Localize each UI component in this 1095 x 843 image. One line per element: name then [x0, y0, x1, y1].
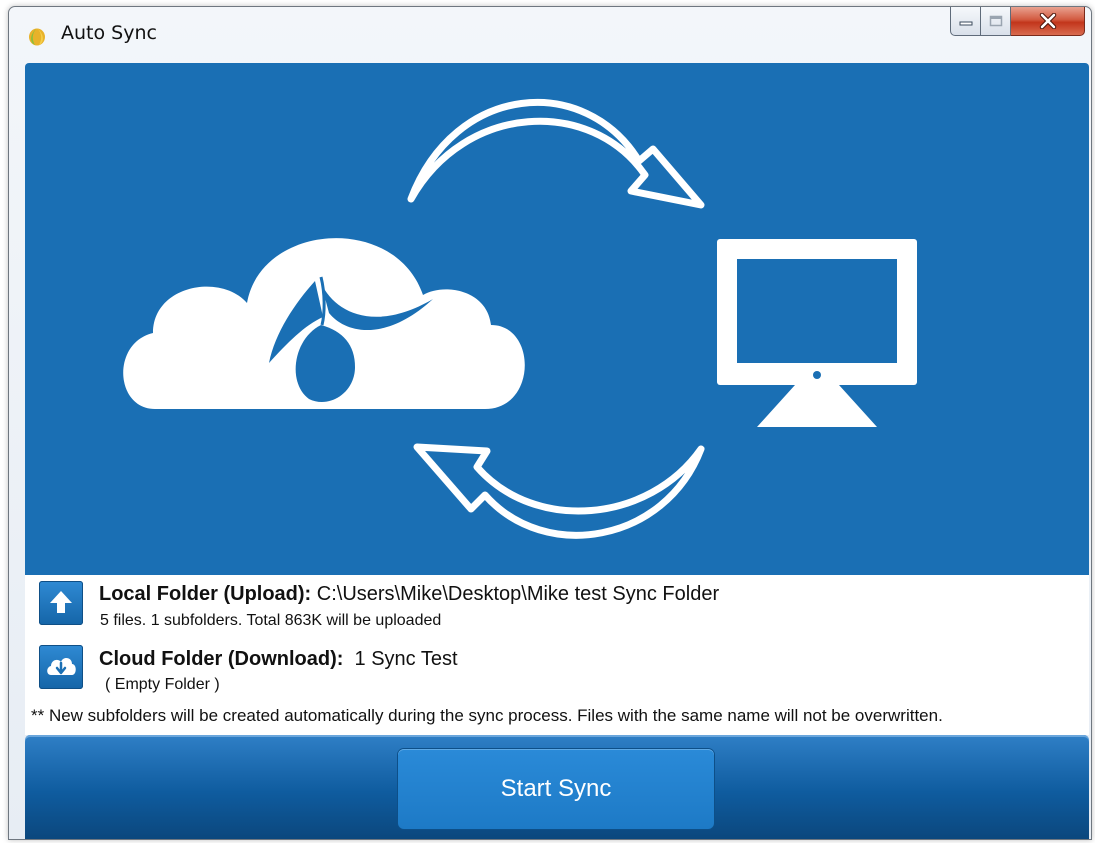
- auto-sync-window: Auto Sync Local Folder (Upload): C:\User…: [8, 6, 1092, 840]
- footer-bar: Start Sync: [25, 735, 1089, 839]
- title-bar[interactable]: Auto Sync: [9, 7, 1091, 59]
- sync-arrow-bottom-icon: [413, 443, 705, 539]
- cloud-folder-line: Cloud Folder (Download): 1 Sync Test: [99, 648, 458, 671]
- cloud-folder-label: Cloud Folder (Download):: [99, 648, 344, 670]
- cloud-folder-name: 1 Sync Test: [343, 648, 458, 670]
- app-logo-icon: [27, 26, 47, 46]
- close-button[interactable]: [1011, 7, 1085, 36]
- sync-illustration: [25, 63, 1089, 575]
- sync-arrow-top-icon: [407, 99, 705, 209]
- sync-info-panel: Local Folder (Upload): C:\Users\Mike\Des…: [25, 575, 1089, 735]
- sync-note: ** New subfolders will be created automa…: [31, 706, 943, 725]
- monitor-icon: [717, 239, 917, 427]
- start-sync-button[interactable]: Start Sync: [398, 749, 714, 829]
- window-controls: [950, 7, 1085, 37]
- cloud-folder-summary: ( Empty Folder ): [105, 676, 220, 693]
- minimize-icon: [959, 21, 972, 26]
- close-icon: [1039, 13, 1056, 29]
- minimize-button[interactable]: [950, 7, 981, 36]
- cloud-icon: [123, 238, 525, 409]
- local-folder-path: C:\Users\Mike\Desktop\Mike test Sync Fol…: [311, 583, 720, 605]
- local-folder-label: Local Folder (Upload):: [99, 583, 312, 605]
- maximize-button[interactable]: [981, 7, 1011, 36]
- maximize-icon: [989, 15, 1002, 27]
- upload-icon: [39, 581, 83, 625]
- local-folder-line: Local Folder (Upload): C:\Users\Mike\Des…: [99, 583, 719, 606]
- window-title: Auto Sync: [61, 22, 157, 44]
- cloud-download-icon: [39, 645, 83, 689]
- local-folder-summary: 5 files. 1 subfolders. Total 863K will b…: [100, 612, 442, 629]
